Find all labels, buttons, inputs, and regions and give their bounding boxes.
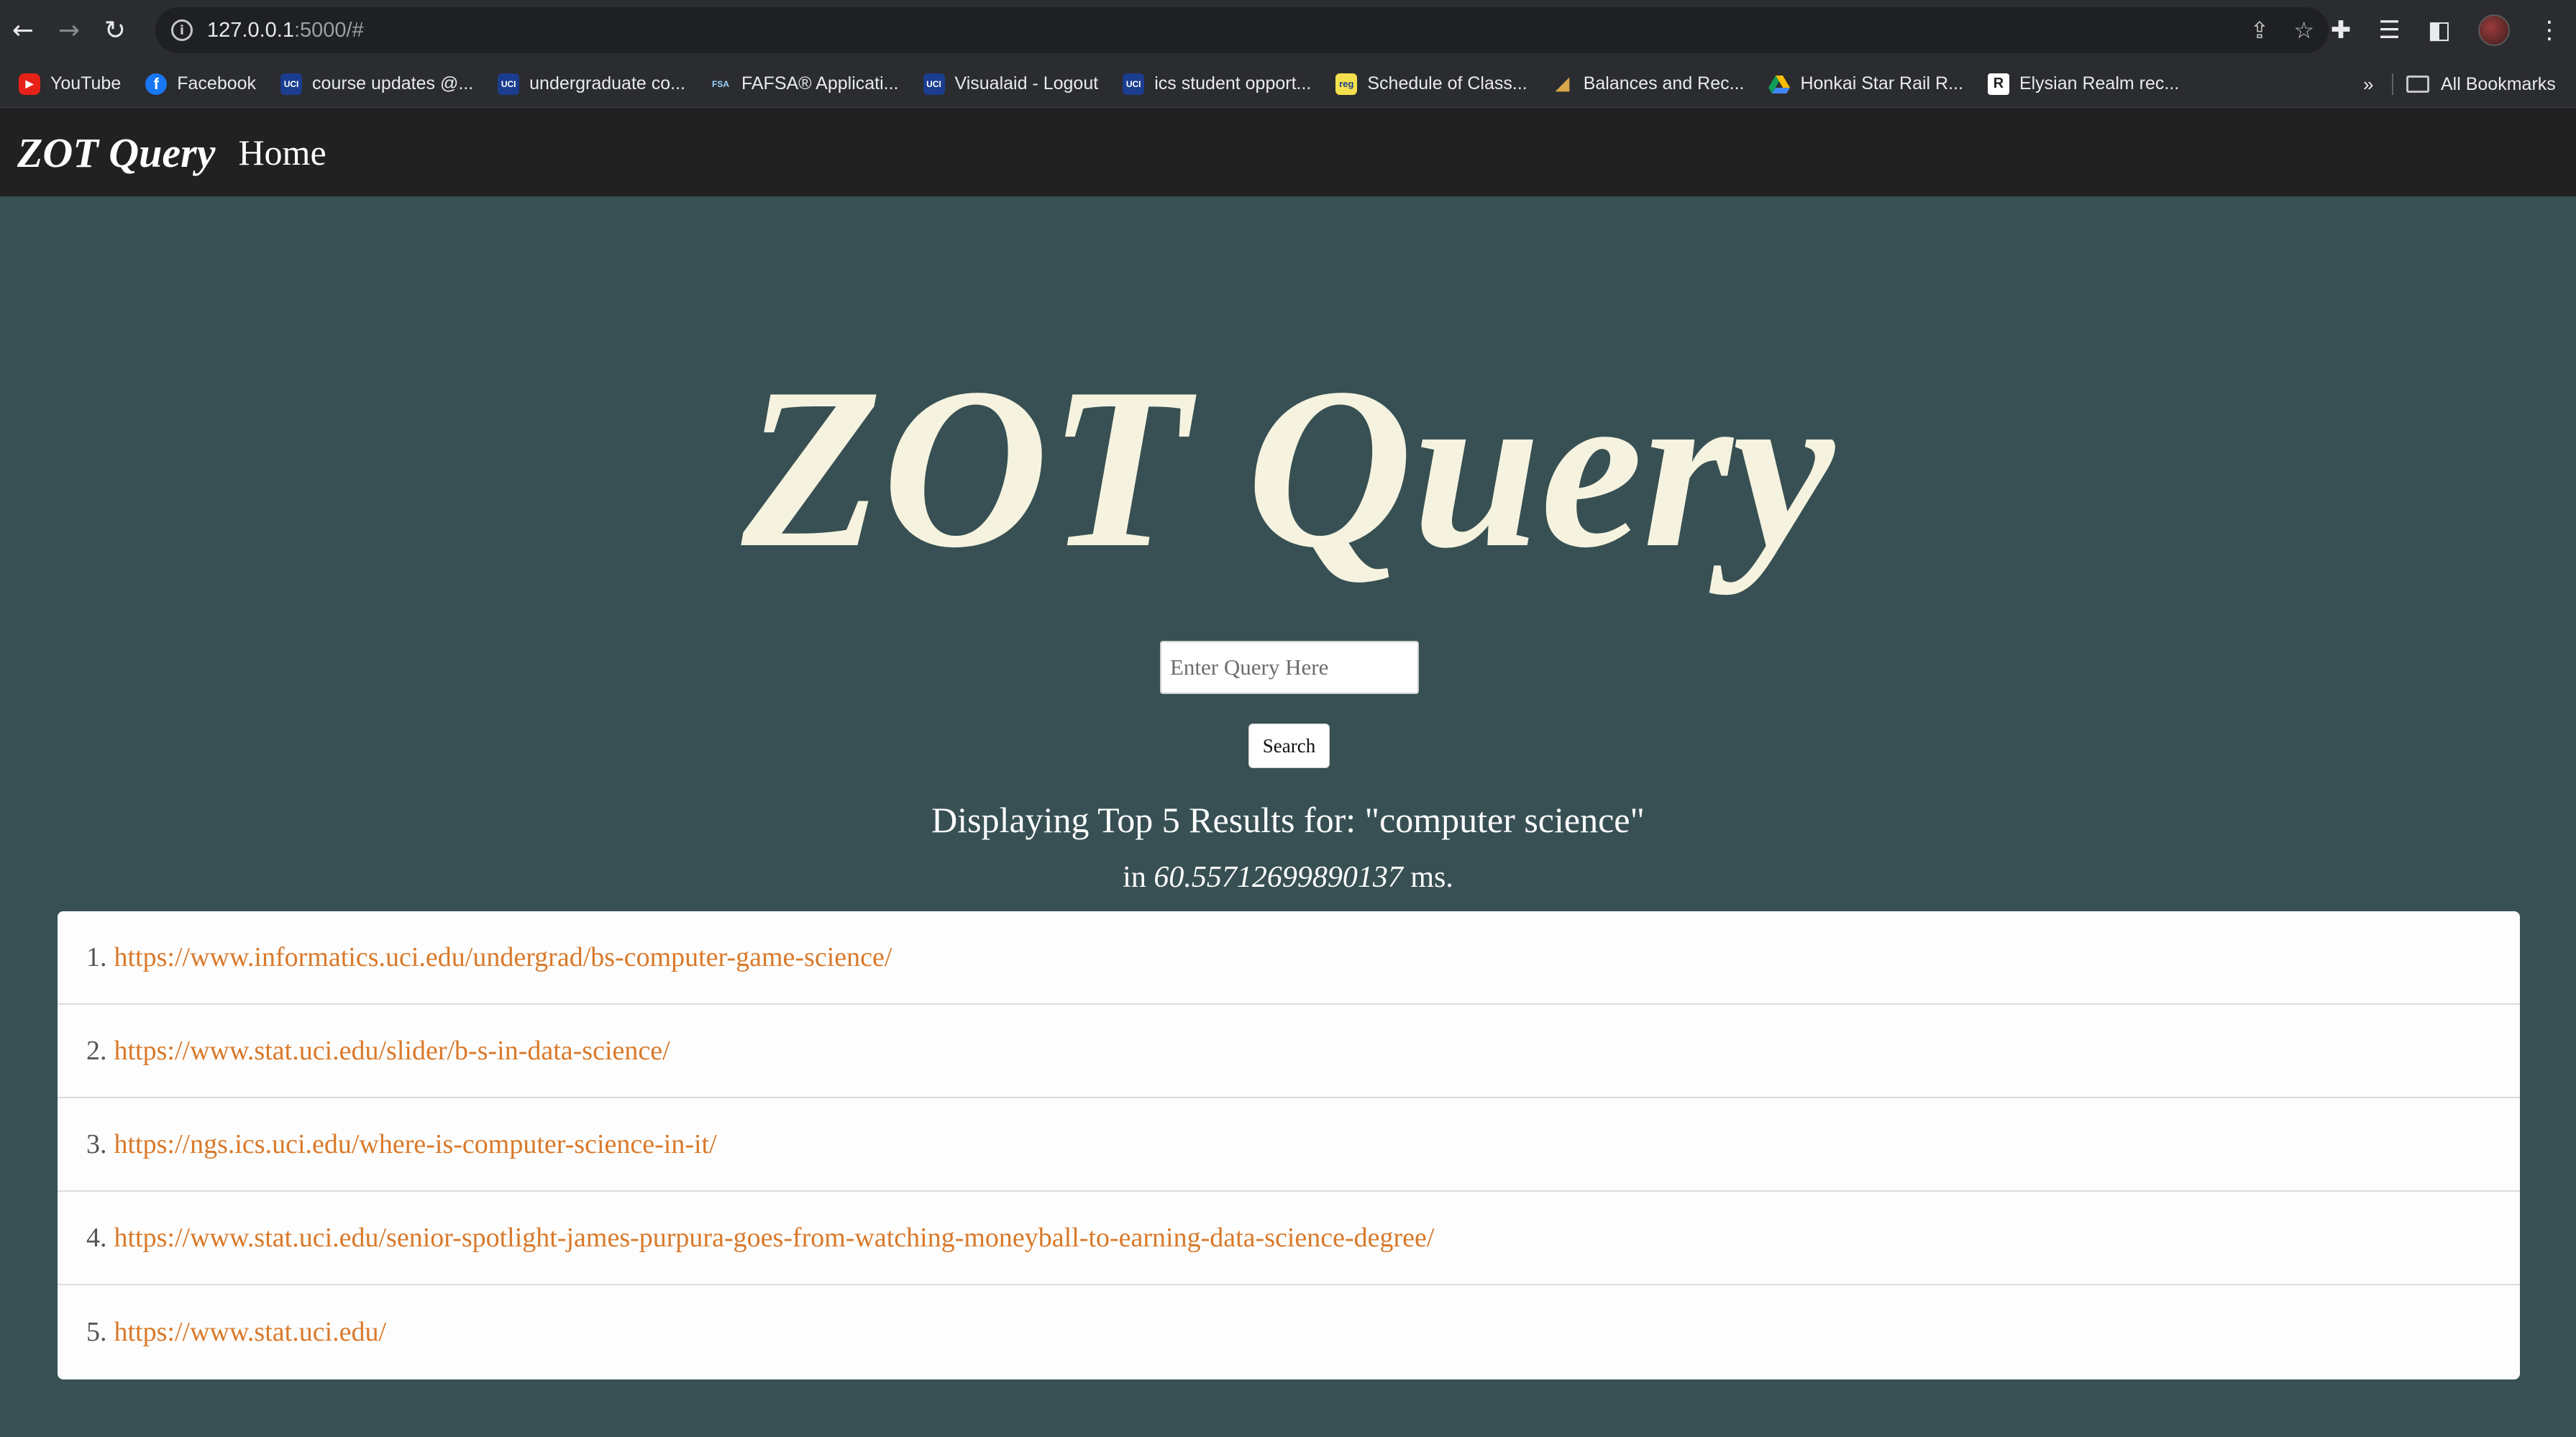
site-navbar: ZOT Query Home — [0, 109, 2576, 196]
reload-icon[interactable]: ↻ — [92, 0, 138, 60]
bookmark-star-icon[interactable]: ☆ — [2293, 17, 2314, 44]
result-number: 4. — [86, 1223, 107, 1253]
bookmark-course-updates[interactable]: UCI course updates @... — [280, 73, 473, 95]
back-icon[interactable]: ← — [0, 0, 46, 60]
side-panel-icon[interactable]: ◧ — [2428, 16, 2451, 45]
list-item: 4. https://www.stat.uci.edu/senior-spotl… — [58, 1192, 2520, 1285]
bookmarks-divider — [2392, 73, 2393, 95]
result-link[interactable]: https://www.informatics.uci.edu/undergra… — [114, 941, 892, 973]
address-url[interactable]: 127.0.0.1:5000/# — [207, 19, 364, 42]
address-bar[interactable]: i 127.0.0.1:5000/# ⇪ ☆ — [155, 7, 2329, 53]
r-icon: R — [1987, 73, 2009, 95]
site-info-icon[interactable]: i — [171, 19, 193, 41]
balances-icon: ◢ — [1556, 74, 1569, 93]
result-link[interactable]: https://ngs.ics.uci.edu/where-is-compute… — [114, 1128, 717, 1160]
facebook-icon: f — [145, 73, 168, 95]
list-item: 3. https://ngs.ics.uci.edu/where-is-comp… — [58, 1098, 2520, 1192]
search-input[interactable] — [1160, 641, 1419, 694]
extensions-icon[interactable]: ✚ — [2331, 16, 2352, 45]
bookmark-ics-student[interactable]: UCI ics student opport... — [1123, 73, 1311, 95]
bookmark-honkai[interactable]: Honkai Star Rail R... — [1768, 73, 1963, 95]
bookmarks-overflow-button[interactable]: » — [2363, 60, 2373, 108]
search-button[interactable]: Search — [1248, 724, 1330, 768]
profile-avatar[interactable] — [2478, 14, 2510, 46]
reading-list-icon[interactable]: ☰ — [2378, 16, 2400, 45]
result-number: 5. — [86, 1317, 107, 1347]
bookmark-visualaid[interactable]: UCI Visualaid - Logout — [923, 73, 1098, 95]
result-link[interactable]: https://www.stat.uci.edu/ — [114, 1316, 387, 1348]
share-icon[interactable]: ⇪ — [2250, 17, 2270, 44]
result-number: 3. — [86, 1129, 107, 1159]
navbar-brand[interactable]: ZOT Query — [17, 129, 215, 177]
fsa-icon: FSA — [711, 78, 729, 89]
reg-icon: reg — [1335, 73, 1358, 95]
results-heading: Displaying Top 5 Results for: "computer … — [931, 800, 1645, 840]
result-link[interactable]: https://www.stat.uci.edu/slider/b-s-in-d… — [114, 1035, 670, 1067]
nav-home-link[interactable]: Home — [238, 132, 326, 173]
browser-toolbar: ← → ↻ i 127.0.0.1:5000/# ⇪ ☆ ✚ ☰ ◧ ⋮ — [0, 0, 2576, 60]
result-number: 1. — [86, 942, 107, 972]
bookmark-undergraduate[interactable]: UCI undergraduate co... — [498, 73, 685, 95]
timing-value: 60.55712699890137 — [1154, 861, 1403, 894]
uci-icon: UCI — [1123, 73, 1145, 95]
uci-icon: UCI — [923, 73, 945, 95]
list-item: 5. https://www.stat.uci.edu/ — [58, 1285, 2520, 1379]
list-item: 1. https://www.informatics.uci.edu/under… — [58, 911, 2520, 1005]
uci-icon: UCI — [498, 73, 520, 95]
menu-kebab-icon[interactable]: ⋮ — [2537, 16, 2562, 45]
forward-icon[interactable]: → — [46, 0, 92, 60]
bookmark-youtube[interactable]: ▶ YouTube — [19, 73, 121, 95]
results-list: 1. https://www.informatics.uci.edu/under… — [58, 911, 2520, 1379]
all-bookmarks-button[interactable]: All Bookmarks — [2406, 60, 2556, 108]
bookmark-fafsa[interactable]: FSA FAFSA® Applicati... — [710, 73, 899, 95]
bookmark-elysian[interactable]: R Elysian Realm rec... — [1987, 73, 2179, 95]
folder-icon — [2406, 76, 2429, 93]
timing-text: in 60.55712699890137 ms. — [1123, 861, 1453, 894]
page-content: ZOT Query Home ZOT Query Search Displayi… — [0, 109, 2576, 1437]
hero-title: ZOT Query — [741, 341, 1835, 596]
result-number: 2. — [86, 1036, 107, 1066]
bookmark-balances[interactable]: ◢ Balances and Rec... — [1552, 73, 1744, 95]
bookmark-schedule[interactable]: reg Schedule of Class... — [1335, 73, 1527, 95]
result-link[interactable]: https://www.stat.uci.edu/senior-spotligh… — [114, 1222, 1435, 1254]
bookmarks-bar: ▶ YouTube f Facebook UCI course updates … — [0, 60, 2576, 108]
list-item: 2. https://www.stat.uci.edu/slider/b-s-i… — [58, 1005, 2520, 1098]
uci-icon: UCI — [280, 73, 303, 95]
google-drive-icon — [1768, 73, 1791, 95]
youtube-icon: ▶ — [19, 73, 40, 95]
bookmark-facebook[interactable]: f Facebook — [145, 73, 256, 95]
